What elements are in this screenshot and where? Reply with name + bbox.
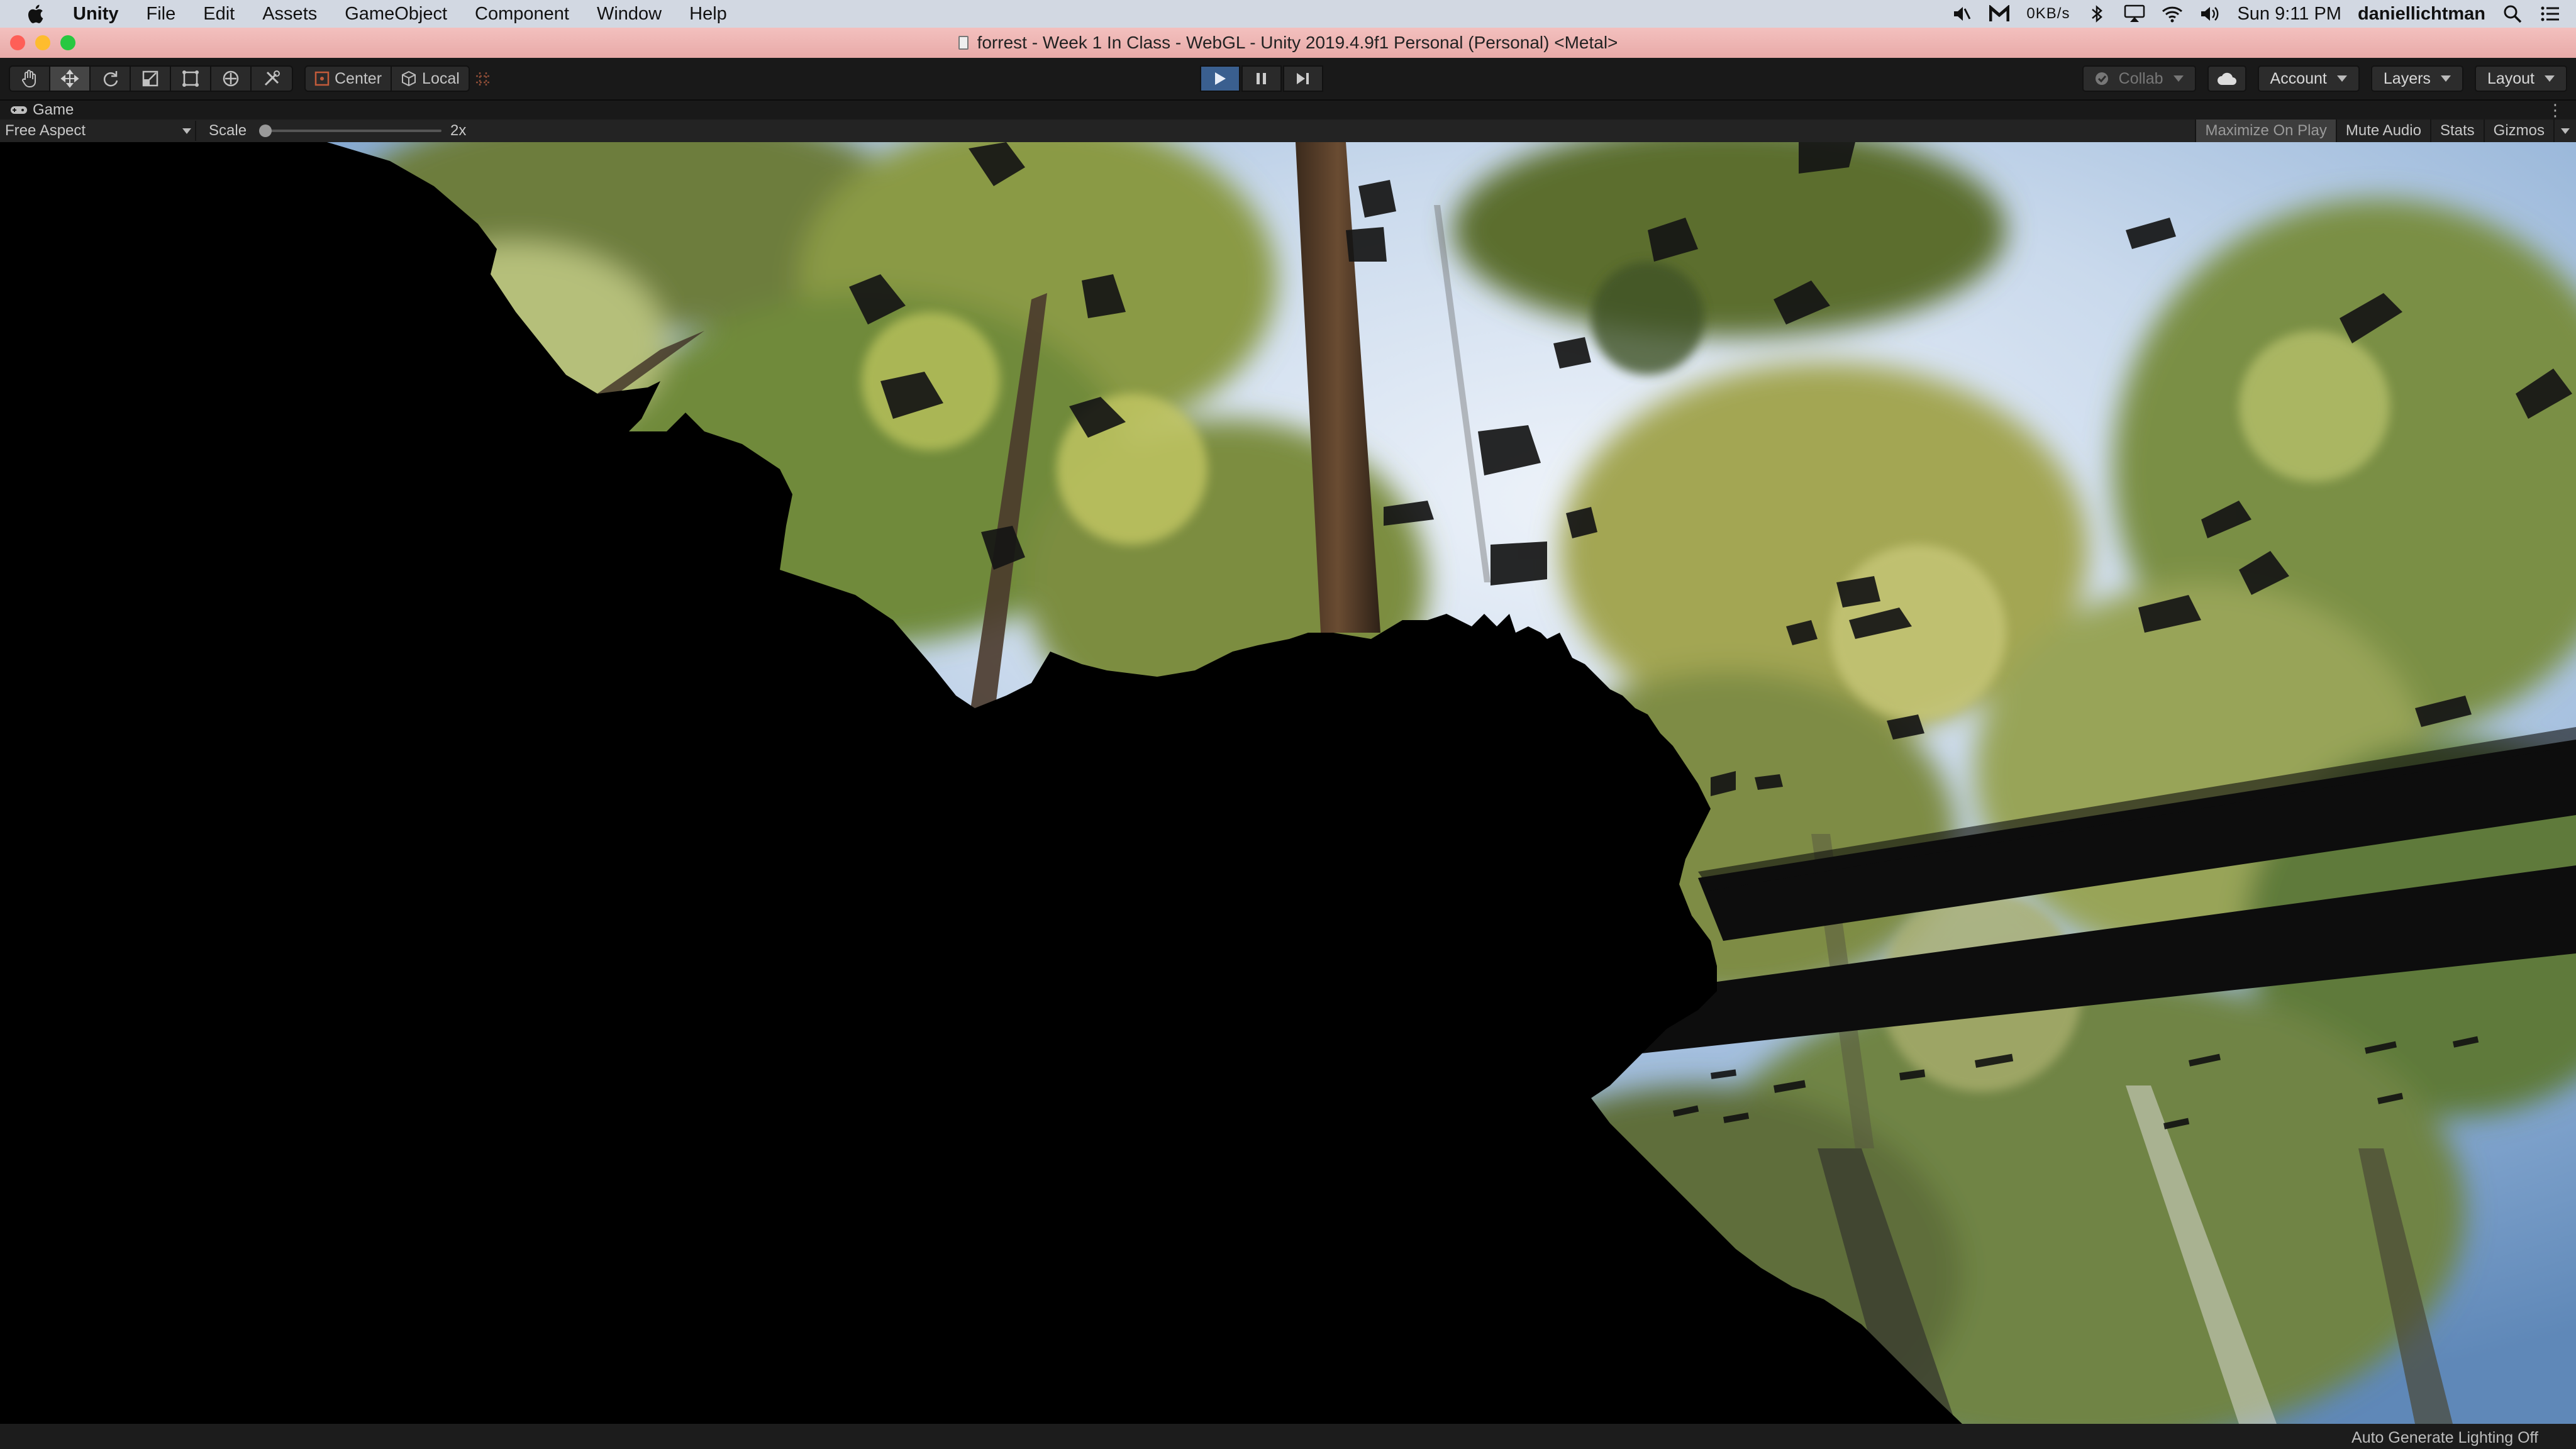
menubar-user[interactable]: daniellichtman [2358,4,2485,25]
scale-slider-knob[interactable] [259,125,272,137]
menu-unity[interactable]: Unity [67,4,133,25]
chevron-down-icon [2336,75,2347,82]
chevron-down-icon [2440,75,2451,82]
document-icon [958,36,969,50]
gizmos-toggle[interactable]: Gizmos [2483,119,2553,142]
gamepad-icon [11,106,27,114]
menu-help[interactable]: Help [675,4,741,25]
m-app-icon[interactable] [1989,4,2010,23]
tab-game[interactable]: Game [0,101,74,119]
scale-tool-icon[interactable] [131,67,171,91]
chevron-down-icon [2545,75,2555,82]
play-button[interactable] [1200,65,1240,92]
step-icon [1297,73,1309,84]
rect-tool-icon[interactable] [171,67,211,91]
game-viewport[interactable] [0,142,2576,1424]
cloud-icon [2217,72,2236,85]
menubar-status-area: 0KB/s Sun 9:11 PM daniellichtman [1951,0,2561,28]
pause-button[interactable] [1241,65,1282,92]
menu-component[interactable]: Component [461,4,583,25]
pivot-center-icon [314,71,330,86]
custom-tool-icon[interactable] [252,67,292,91]
maximize-on-play-toggle[interactable]: Maximize On Play [2195,119,2336,142]
toolbar-right-group: Collab Account Layers Layout [2082,65,2567,92]
account-dropdown[interactable]: Account [2257,65,2360,92]
hand-tool-icon[interactable] [10,67,50,91]
cloud-services-button[interactable] [2207,65,2246,92]
unity-statusbar: Auto Generate Lighting Off [0,1424,2576,1449]
step-button[interactable] [1283,65,1323,92]
game-tab-header: Game ⋮ [0,101,2576,119]
aspect-dropdown[interactable]: Free Aspect [5,121,196,141]
menubar-clock[interactable]: Sun 9:11 PM [2237,4,2341,25]
playmode-controls [1200,65,1323,92]
game-view-toggles: Maximize On Play Mute Audio Stats Gizmos [2195,119,2576,142]
layout-dropdown[interactable]: Layout [2474,65,2567,92]
gizmos-dropdown[interactable] [2553,119,2576,142]
menu-edit[interactable]: Edit [189,4,248,25]
move-tool-icon[interactable] [50,67,91,91]
volume-icon[interactable] [2199,4,2221,23]
speaker-slash-icon[interactable] [1951,4,1972,23]
layers-label: Layers [2383,69,2431,87]
menu-window[interactable]: Window [583,4,675,25]
mute-audio-toggle[interactable]: Mute Audio [2335,119,2430,142]
minimize-window-button[interactable] [35,35,50,50]
scale-label: Scale [209,122,247,139]
scale-slider[interactable] [259,125,442,137]
control-center-icon[interactable] [2540,4,2561,23]
close-window-button[interactable] [10,35,25,50]
pivot-toggles: Center Local [304,65,470,92]
chevron-down-icon [2561,128,2570,134]
layers-dropdown[interactable]: Layers [2370,65,2463,92]
aspect-label: Free Aspect [5,122,86,139]
menu-gameobject[interactable]: GameObject [331,4,461,25]
pivot-center-label: Center [335,69,382,87]
chevron-down-icon [182,128,191,134]
pivot-center-button[interactable]: Center [306,67,392,91]
collab-check-icon [2095,72,2108,85]
chevron-down-icon [2173,75,2184,82]
window-controls [10,35,75,50]
layout-label: Layout [2487,69,2534,87]
wifi-icon[interactable] [2162,4,2183,23]
pivot-local-label: Local [422,69,460,87]
more-options-icon[interactable]: ⋮ [2547,101,2563,120]
collab-dropdown[interactable]: Collab [2082,65,2196,92]
spotlight-search-icon[interactable] [2502,4,2523,23]
scale-value: 2x [450,122,467,139]
bluetooth-icon[interactable] [2086,4,2107,23]
airplay-icon[interactable] [2124,4,2145,23]
window-title: forrest - Week 1 In Class - WebGL - Unit… [977,33,1618,52]
transform-tools [9,65,293,92]
unity-toolbar: Center Local Collab Account Layers Layou… [0,58,2576,101]
pivot-local-button[interactable]: Local [392,67,469,91]
account-label: Account [2270,69,2327,87]
lighting-status[interactable]: Auto Generate Lighting Off [2351,1429,2538,1447]
pivot-local-icon [402,70,416,87]
stats-toggle[interactable]: Stats [2429,119,2484,142]
apple-logo[interactable] [25,3,48,25]
grid-snap-icon[interactable] [468,69,498,89]
gizmos-label: Gizmos [2493,122,2545,139]
transform-tool-icon[interactable] [211,67,252,91]
tab-game-label: Game [33,101,74,118]
play-icon [1215,72,1226,85]
menu-file[interactable]: File [133,4,190,25]
macos-menubar: Unity File Edit Assets GameObject Compon… [0,0,2576,28]
rotate-tool-icon[interactable] [91,67,131,91]
game-view-controlbar: Free Aspect Scale 2x Maximize On Play Mu… [0,119,2576,142]
game-render [0,142,2576,1424]
pause-icon [1257,73,1266,84]
collab-label: Collab [2118,69,2163,87]
window-titlebar[interactable]: forrest - Week 1 In Class - WebGL - Unit… [0,28,2576,58]
network-speed: 0KB/s [2026,5,2070,22]
scale-control: Scale 2x [209,122,466,140]
menu-assets[interactable]: Assets [248,4,331,25]
zoom-window-button[interactable] [60,35,75,50]
